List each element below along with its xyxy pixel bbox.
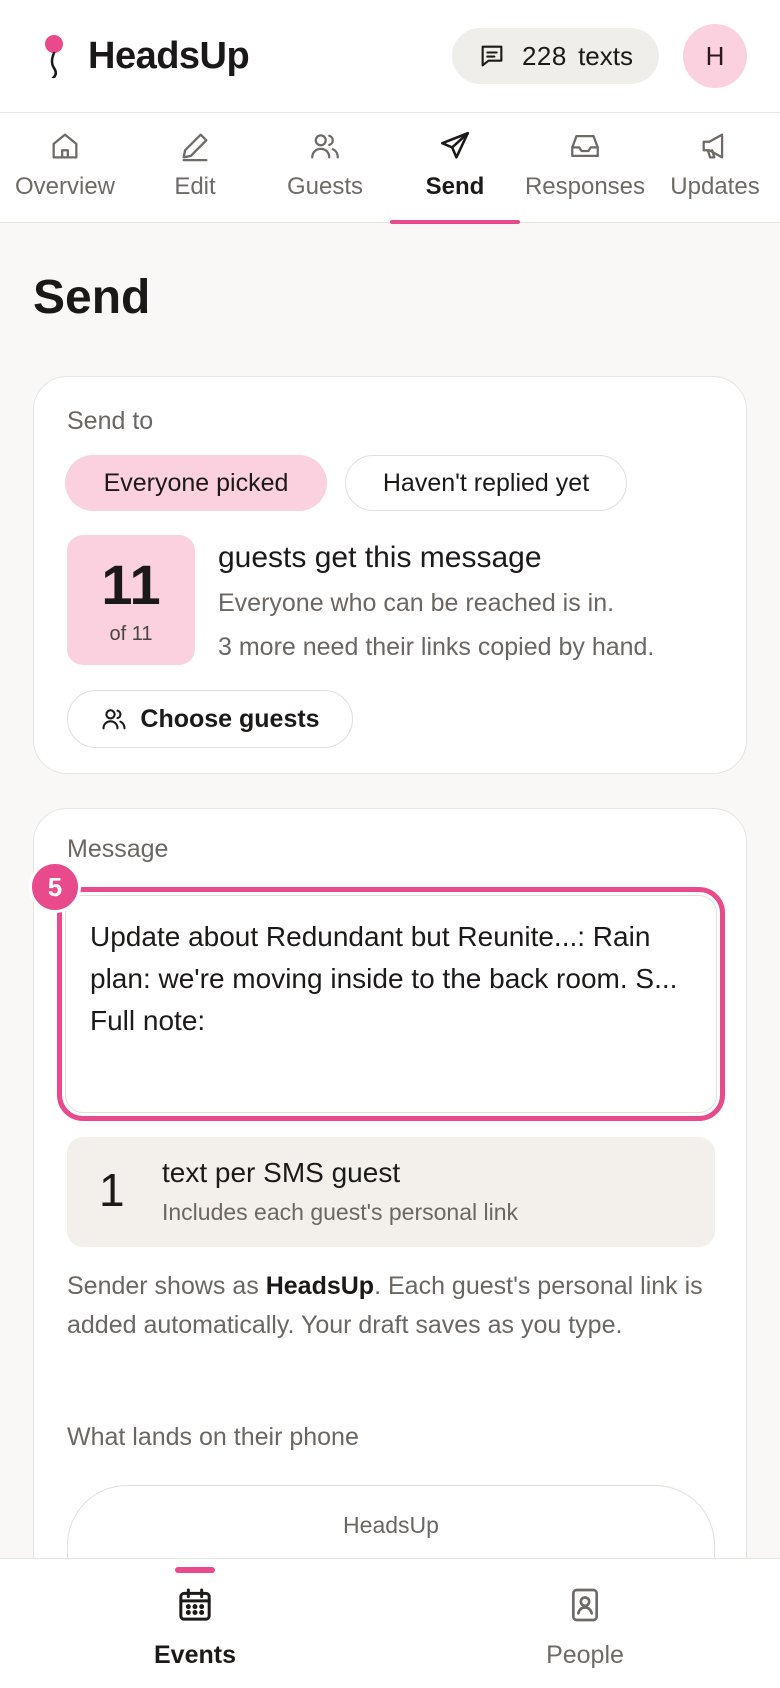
choose-guests-button[interactable]: Choose guests [67,690,353,748]
sms-count: 1 [99,1164,125,1216]
nav-people[interactable]: People [390,1559,780,1688]
tab-responses[interactable]: Responses [520,113,650,223]
nav-label: Events [154,1641,236,1669]
step-badge: 5 [29,861,81,913]
audience-everyone-picked-chip[interactable]: Everyone picked [65,455,327,511]
message-label: Message [67,835,169,863]
message-card: Message Update about Redundant but Reuni… [29,808,747,1688]
nav-events[interactable]: Events [0,1559,390,1688]
sender-note-name: HeadsUp [265,1272,375,1300]
texts-unit: texts [578,40,633,71]
message-icon [481,45,503,67]
avatar[interactable]: H [683,24,747,88]
audience-not-replied-chip[interactable]: Haven't replied yet [345,455,627,511]
calendar-icon [179,1588,211,1621]
event-tabs: Overview Edit Guests Send Responses Upda… [0,112,780,224]
recipient-count-box: 11 of 11 [67,535,195,665]
tab-label: Guests [286,173,364,200]
tab-guests[interactable]: Guests [260,113,390,223]
tab-label: Send [425,173,485,200]
tab-label: Edit [174,173,216,200]
recipient-note-reachable: Everyone who can be reached is in. [218,589,615,617]
tab-label: Overview [14,173,116,200]
send-to-card: Send to Everyone picked Haven't replied … [33,376,747,774]
message-input[interactable]: Update about Redundant but Reunite...: R… [65,895,717,1113]
tab-overview[interactable]: Overview [0,113,130,223]
texts-count: 228 [521,40,567,71]
users-icon [311,134,339,159]
tab-edit[interactable]: Edit [130,113,260,223]
balloon-logo-icon [45,35,63,78]
megaphone-icon [702,133,724,159]
sender-note-prefix: Sender shows as [67,1272,266,1300]
app-logo[interactable]: HeadsUp [38,34,250,78]
tab-label: Responses [524,173,646,200]
tab-send[interactable]: Send [390,113,520,224]
preview-label: What lands on their phone [67,1423,359,1451]
send-to-label: Send to [67,407,154,435]
sender-note: Sender shows as HeadsUp. Each guest's pe… [67,1267,717,1345]
texts-balance[interactable]: 228 texts [451,28,659,84]
sms-title: text per SMS guest [162,1157,401,1188]
send-icon [440,131,470,159]
recipient-total: of 11 [109,622,153,645]
choose-guests-label: Choose guests [140,704,320,733]
contact-book-icon [572,1588,598,1622]
tab-label: Updates [670,173,760,200]
app-header: HeadsUp 228 texts H [0,0,780,112]
sms-count-box: 1 text per SMS guest Includes each guest… [67,1137,715,1247]
page-title: Send [33,271,151,324]
recipient-note-manual: 3 more need their links copied by hand. [218,633,655,661]
recipient-headline: guests get this message [218,541,542,574]
app-name: HeadsUp [88,34,250,77]
nav-label: People [546,1641,624,1669]
users-icon [102,709,126,730]
phone-preview-sender: HeadsUp [343,1512,439,1538]
bottom-nav: Events People [0,1558,780,1688]
home-icon [52,133,78,159]
inbox-icon [571,134,599,158]
tab-updates[interactable]: Updates [650,113,780,223]
sms-subtitle: Includes each guest's personal link [162,1199,518,1225]
recipient-count: 11 [101,552,161,616]
pencil-icon [182,133,208,162]
